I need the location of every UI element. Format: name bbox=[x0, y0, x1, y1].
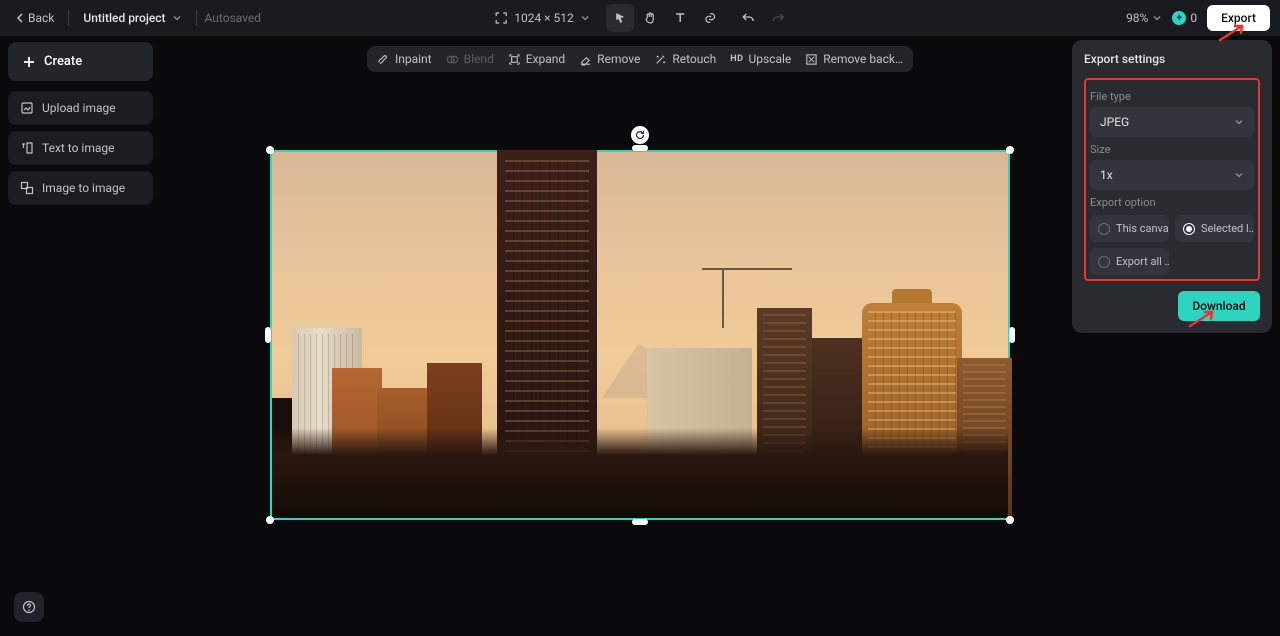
chevron-down-icon bbox=[1152, 13, 1162, 23]
resize-handle-br[interactable] bbox=[1006, 516, 1014, 524]
topbar: Back Untitled project Autosaved 1024 × 5… bbox=[0, 0, 1280, 36]
undo-button[interactable] bbox=[734, 4, 762, 32]
credits-badge[interactable]: + 0 bbox=[1172, 11, 1197, 25]
image-to-image-label: Image to image bbox=[42, 181, 125, 195]
file-type-value: JPEG bbox=[1100, 115, 1129, 129]
history-tool-group bbox=[734, 4, 792, 32]
blend-tool: Blend bbox=[446, 52, 494, 66]
edit-tools-bar: Inpaint Blend Expand Remove Retouch HD U… bbox=[367, 46, 913, 72]
annotation-highlight: File type JPEG Size 1x Export option Thi… bbox=[1084, 78, 1260, 281]
cursor-icon bbox=[613, 11, 627, 25]
link-icon bbox=[703, 11, 717, 25]
export-panel-title: Export settings bbox=[1084, 52, 1260, 66]
resize-handle-ml[interactable] bbox=[265, 327, 271, 343]
chevron-down-icon bbox=[172, 13, 182, 23]
expand-icon bbox=[508, 53, 521, 66]
topbar-right: 98% + 0 Export bbox=[1126, 5, 1270, 31]
back-label: Back bbox=[28, 11, 54, 25]
wand-icon bbox=[654, 53, 667, 66]
remove-background-tool[interactable]: Remove back… bbox=[805, 52, 903, 66]
size-value: 1x bbox=[1100, 168, 1113, 182]
redo-icon bbox=[771, 11, 785, 25]
back-button[interactable]: Back bbox=[10, 7, 60, 29]
retouch-tool[interactable]: Retouch bbox=[654, 52, 716, 66]
canvas-size-text: 1024 × 512 bbox=[514, 11, 574, 25]
project-name[interactable]: Untitled project bbox=[77, 7, 187, 29]
text-icon bbox=[673, 11, 687, 25]
chevron-left-icon bbox=[16, 13, 24, 23]
selected-image[interactable] bbox=[270, 150, 1010, 520]
credits-value: 0 bbox=[1190, 11, 1197, 25]
autosaved-status: Autosaved bbox=[205, 11, 262, 25]
resize-handle-tr[interactable] bbox=[1006, 146, 1014, 154]
resize-handle-mt[interactable] bbox=[632, 145, 648, 151]
text-to-image-button[interactable]: Text to image bbox=[8, 131, 153, 165]
create-button[interactable]: Create bbox=[8, 42, 153, 81]
image-to-image-button[interactable]: Image to image bbox=[8, 171, 153, 205]
upload-image-button[interactable]: Upload image bbox=[8, 91, 153, 125]
cursor-tool[interactable] bbox=[606, 4, 634, 32]
file-type-select[interactable]: JPEG bbox=[1090, 107, 1254, 137]
text-image-icon bbox=[20, 141, 34, 155]
canvas-selection[interactable] bbox=[270, 150, 1010, 520]
image-image-icon bbox=[20, 181, 34, 195]
divider bbox=[68, 10, 69, 26]
chevron-down-icon bbox=[1234, 117, 1244, 127]
option-selected[interactable]: Selected l… bbox=[1175, 215, 1254, 242]
chevron-down-icon bbox=[1234, 170, 1244, 180]
upscale-tool[interactable]: HD Upscale bbox=[730, 52, 791, 66]
export-option-label: Export option bbox=[1090, 196, 1254, 209]
text-to-image-label: Text to image bbox=[42, 141, 115, 155]
text-tool[interactable] bbox=[666, 4, 694, 32]
file-type-label: File type bbox=[1090, 90, 1254, 103]
topbar-center: 1024 × 512 bbox=[488, 4, 792, 32]
undo-icon bbox=[741, 11, 755, 25]
option-export-all[interactable]: Export all … bbox=[1090, 248, 1169, 275]
help-icon bbox=[22, 600, 36, 614]
eraser-icon bbox=[579, 53, 592, 66]
zoom-control[interactable]: 98% bbox=[1126, 11, 1162, 25]
resize-handle-tl[interactable] bbox=[266, 146, 274, 154]
resize-handle-bl[interactable] bbox=[266, 516, 274, 524]
link-tool[interactable] bbox=[696, 4, 724, 32]
hd-icon: HD bbox=[730, 54, 743, 64]
sidebar-left: Create Upload image Text to image Image … bbox=[8, 42, 153, 211]
brush-icon bbox=[377, 53, 390, 66]
divider bbox=[196, 10, 197, 26]
export-button[interactable]: Export bbox=[1207, 5, 1270, 31]
radio-icon bbox=[1098, 256, 1110, 268]
inpaint-tool[interactable]: Inpaint bbox=[377, 52, 432, 66]
blend-icon bbox=[446, 53, 459, 66]
help-button[interactable] bbox=[14, 592, 44, 622]
hand-tool[interactable] bbox=[636, 4, 664, 32]
upload-icon bbox=[20, 101, 34, 115]
project-name-text: Untitled project bbox=[83, 11, 165, 25]
zoom-value: 98% bbox=[1126, 11, 1148, 25]
radio-checked-icon bbox=[1183, 223, 1195, 235]
remove-tool[interactable]: Remove bbox=[579, 52, 640, 66]
nav-tool-group bbox=[606, 4, 724, 32]
size-label: Size bbox=[1090, 143, 1254, 156]
rotate-handle[interactable] bbox=[631, 126, 649, 144]
create-label: Create bbox=[44, 54, 82, 69]
download-button[interactable]: Download bbox=[1178, 291, 1260, 321]
hand-icon bbox=[643, 11, 657, 25]
resize-handle-mb[interactable] bbox=[632, 519, 648, 525]
expand-tool[interactable]: Expand bbox=[508, 52, 565, 66]
plus-icon bbox=[22, 55, 36, 69]
plus-circle-icon: + bbox=[1172, 11, 1186, 25]
radio-icon bbox=[1098, 223, 1110, 235]
rotate-icon bbox=[634, 129, 646, 141]
resize-handle-mr[interactable] bbox=[1009, 327, 1015, 343]
upload-image-label: Upload image bbox=[42, 101, 116, 115]
chevron-down-icon bbox=[580, 13, 590, 23]
option-this-canvas[interactable]: This canvas bbox=[1090, 215, 1169, 242]
remove-bg-icon bbox=[805, 53, 818, 66]
image-content bbox=[272, 152, 1008, 518]
redo-button[interactable] bbox=[764, 4, 792, 32]
size-select[interactable]: 1x bbox=[1090, 160, 1254, 190]
export-settings-panel: Export settings File type JPEG Size 1x E… bbox=[1072, 40, 1272, 333]
canvas-size[interactable]: 1024 × 512 bbox=[488, 7, 596, 29]
resize-icon bbox=[494, 11, 508, 25]
